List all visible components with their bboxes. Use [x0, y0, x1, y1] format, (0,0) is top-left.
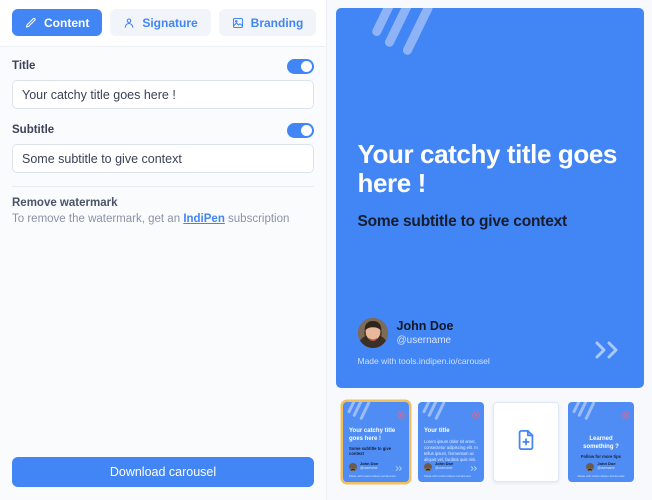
thumbnail-title: Learned something ?: [583, 436, 619, 450]
remove-watermark-heading: Remove watermark: [12, 197, 118, 209]
tab-content[interactable]: Content: [12, 9, 103, 36]
delete-slide-icon[interactable]: [397, 406, 405, 424]
thumbnail-body: Your catchy title goes here ! Some subti…: [349, 428, 403, 457]
double-chevron-right-icon: [592, 339, 626, 366]
author-handle: @username: [396, 334, 452, 346]
title-label: Title: [12, 60, 36, 72]
image-icon: [232, 17, 244, 29]
thumbnail-author-handle: @username: [360, 466, 378, 471]
editor-panel: Content Signature Branding Title Your ca…: [0, 0, 326, 500]
tab-branding[interactable]: Branding: [218, 9, 317, 36]
delete-slide-icon[interactable]: [622, 406, 630, 424]
thumbnail-subtitle: Follow for more tips: [580, 454, 621, 459]
slide-subtitle: Some subtitle to give context: [357, 212, 568, 230]
thumbnail-body: Your title Lorem ipsum dolor sit amet, c…: [424, 428, 478, 463]
tab-bar: Content Signature Branding: [0, 0, 326, 46]
avatar: [586, 462, 595, 471]
thumbnail-title: Your title: [424, 428, 450, 434]
thumbnail-author-handle: @username: [435, 466, 453, 471]
thumbnail-slide-1[interactable]: Your catchy title goes here ! Some subti…: [343, 402, 409, 482]
title-toggle-knob: [301, 60, 312, 72]
diagonal-stripes-icon: [421, 402, 457, 424]
indipen-link[interactable]: IndiPen: [183, 213, 225, 225]
download-carousel-button[interactable]: Download carousel: [12, 457, 314, 487]
title-field-header: Title: [12, 58, 314, 74]
diagonal-stripes-icon: [350, 8, 440, 68]
thumbnail-slide-4[interactable]: Learned something ? Follow for more tips…: [568, 402, 634, 482]
person-icon: [123, 17, 135, 29]
subtitle-input[interactable]: [12, 144, 314, 173]
double-chevron-right-icon: [470, 459, 479, 477]
thumbnail-made-with: Made with tools.indipen.io/carousel: [349, 474, 396, 478]
thumbnail-signature-text: John Doe @username: [597, 462, 615, 471]
double-chevron-right-icon: [395, 459, 404, 477]
tab-content-label: Content: [44, 15, 90, 30]
thumbnail-slide-2[interactable]: Your title Lorem ipsum dolor sit amet, c…: [418, 402, 484, 482]
slide-signature: John Doe @username: [357, 318, 454, 348]
subtitle-field-group: Subtitle: [12, 122, 314, 173]
avatar: [357, 318, 388, 348]
watermark-text-before: To remove the watermark, get an: [12, 213, 184, 225]
subtitle-toggle-knob: [301, 124, 312, 136]
thumbnail-made-with: Made with tools.indipen.io/carousel: [577, 474, 625, 478]
thumbnail-signature-text: John Doe @username: [435, 462, 453, 471]
thumbnail-signature-text: John Doe @username: [360, 462, 378, 471]
signature-text: John Doe @username: [397, 319, 454, 346]
subtitle-label: Subtitle: [12, 124, 55, 136]
add-slide-button[interactable]: [493, 402, 559, 482]
thumbnail-author-handle: @username: [597, 466, 615, 471]
thumbnail-signature: John Doe @username: [349, 462, 378, 471]
subtitle-toggle[interactable]: [287, 122, 314, 138]
avatar: [349, 462, 357, 471]
content-form: Title Subtitle Remove watermark To remov…: [0, 46, 326, 447]
slide-preview[interactable]: Your catchy title goes here ! Some subti…: [335, 8, 644, 388]
diagonal-stripes-icon: [571, 402, 607, 424]
thumbnail-title: Your catchy title goes here !: [349, 428, 396, 442]
editor-footer: Download carousel: [0, 447, 326, 500]
slide-text-block: Your catchy title goes here ! Some subti…: [357, 139, 622, 231]
title-input[interactable]: [12, 80, 314, 109]
thumbnail-subtitle: Some subtitle to give context: [349, 446, 392, 457]
diagonal-stripes-icon: [346, 402, 382, 424]
delete-slide-icon[interactable]: [472, 406, 480, 424]
title-toggle[interactable]: [287, 58, 314, 74]
watermark-text-after: subscription: [224, 213, 290, 225]
tab-signature[interactable]: Signature: [110, 9, 211, 36]
tab-branding-label: Branding: [250, 15, 304, 30]
form-divider: [12, 186, 314, 187]
title-field-group: Title: [12, 58, 314, 109]
pencil-icon: [25, 17, 37, 29]
tab-signature-label: Signature: [142, 15, 198, 30]
remove-watermark-section: Remove watermark To remove the watermark…: [12, 197, 314, 225]
made-with-watermark: Made with tools.indipen.io/carousel: [357, 356, 490, 366]
thumbnail-signature: John Doe @username: [568, 462, 634, 471]
thumbnail-strip: Your catchy title goes here ! Some subti…: [335, 388, 644, 482]
subtitle-field-header: Subtitle: [12, 122, 314, 138]
avatar: [424, 462, 432, 471]
file-plus-icon: [515, 429, 537, 456]
thumbnail-made-with: Made with tools.indipen.io/carousel: [424, 474, 471, 478]
carousel-editor-app: Content Signature Branding Title Your ca…: [0, 0, 652, 500]
author-name: John Doe: [396, 319, 454, 334]
preview-panel: Your catchy title goes here ! Some subti…: [326, 0, 652, 500]
thumbnail-body: Learned something ? Follow for more tips: [574, 436, 628, 459]
remove-watermark-text: To remove the watermark, get an IndiPen …: [12, 213, 314, 225]
thumbnail-signature: John Doe @username: [424, 462, 453, 471]
slide-title: Your catchy title goes here !: [357, 139, 618, 199]
